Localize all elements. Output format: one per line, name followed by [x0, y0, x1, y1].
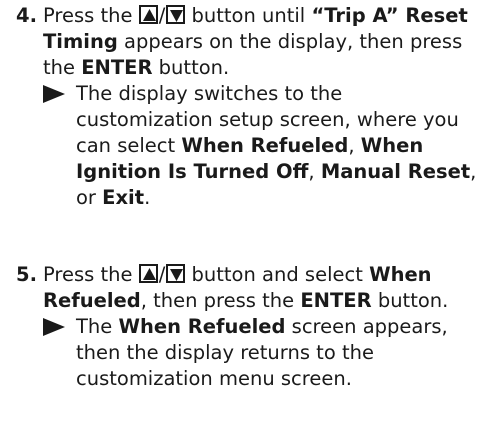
right-arrow-icon	[43, 85, 65, 103]
right-arrow-icon	[43, 318, 65, 336]
step-5: 5. Press the / button and select When Re…	[16, 262, 478, 392]
result-text: The	[76, 315, 119, 338]
enter-button-label: ENTER	[300, 289, 372, 312]
down-triangle-button-icon	[166, 5, 186, 24]
slash: /	[158, 4, 166, 27]
option-manual-reset: Manual Reset	[320, 160, 471, 183]
option-exit: Exit	[102, 186, 145, 209]
step-4-result: The display switches to the customizatio…	[43, 81, 478, 211]
step-text: Press the	[43, 263, 139, 286]
step-4: 4. Press the / button until “Trip A” Res…	[16, 3, 478, 211]
step-4-instruction: 4. Press the / button until “Trip A” Res…	[16, 3, 478, 81]
result-text: ,	[308, 160, 321, 183]
step-5-result: The When Refueled screen appears, then t…	[43, 314, 478, 392]
step-number: 4.	[16, 4, 37, 27]
result-text: ,	[348, 134, 361, 157]
up-triangle-button-icon	[138, 264, 158, 283]
step-text: button until	[185, 4, 312, 27]
step-text: , then press the	[140, 289, 301, 312]
step-text: button and select	[185, 263, 370, 286]
option-when-refueled: When Refueled	[181, 134, 349, 157]
step-text: Press the	[43, 4, 139, 27]
up-triangle-button-icon	[138, 5, 158, 24]
step-number: 5.	[16, 263, 37, 286]
option-when-refueled: When Refueled	[118, 315, 286, 338]
down-triangle-button-icon	[166, 264, 186, 283]
enter-button-label: ENTER	[81, 56, 153, 79]
result-text: .	[144, 186, 151, 209]
step-5-instruction: 5. Press the / button and select When Re…	[16, 262, 478, 314]
slash: /	[158, 263, 166, 286]
step-text: button.	[152, 56, 230, 79]
step-text: button.	[371, 289, 449, 312]
